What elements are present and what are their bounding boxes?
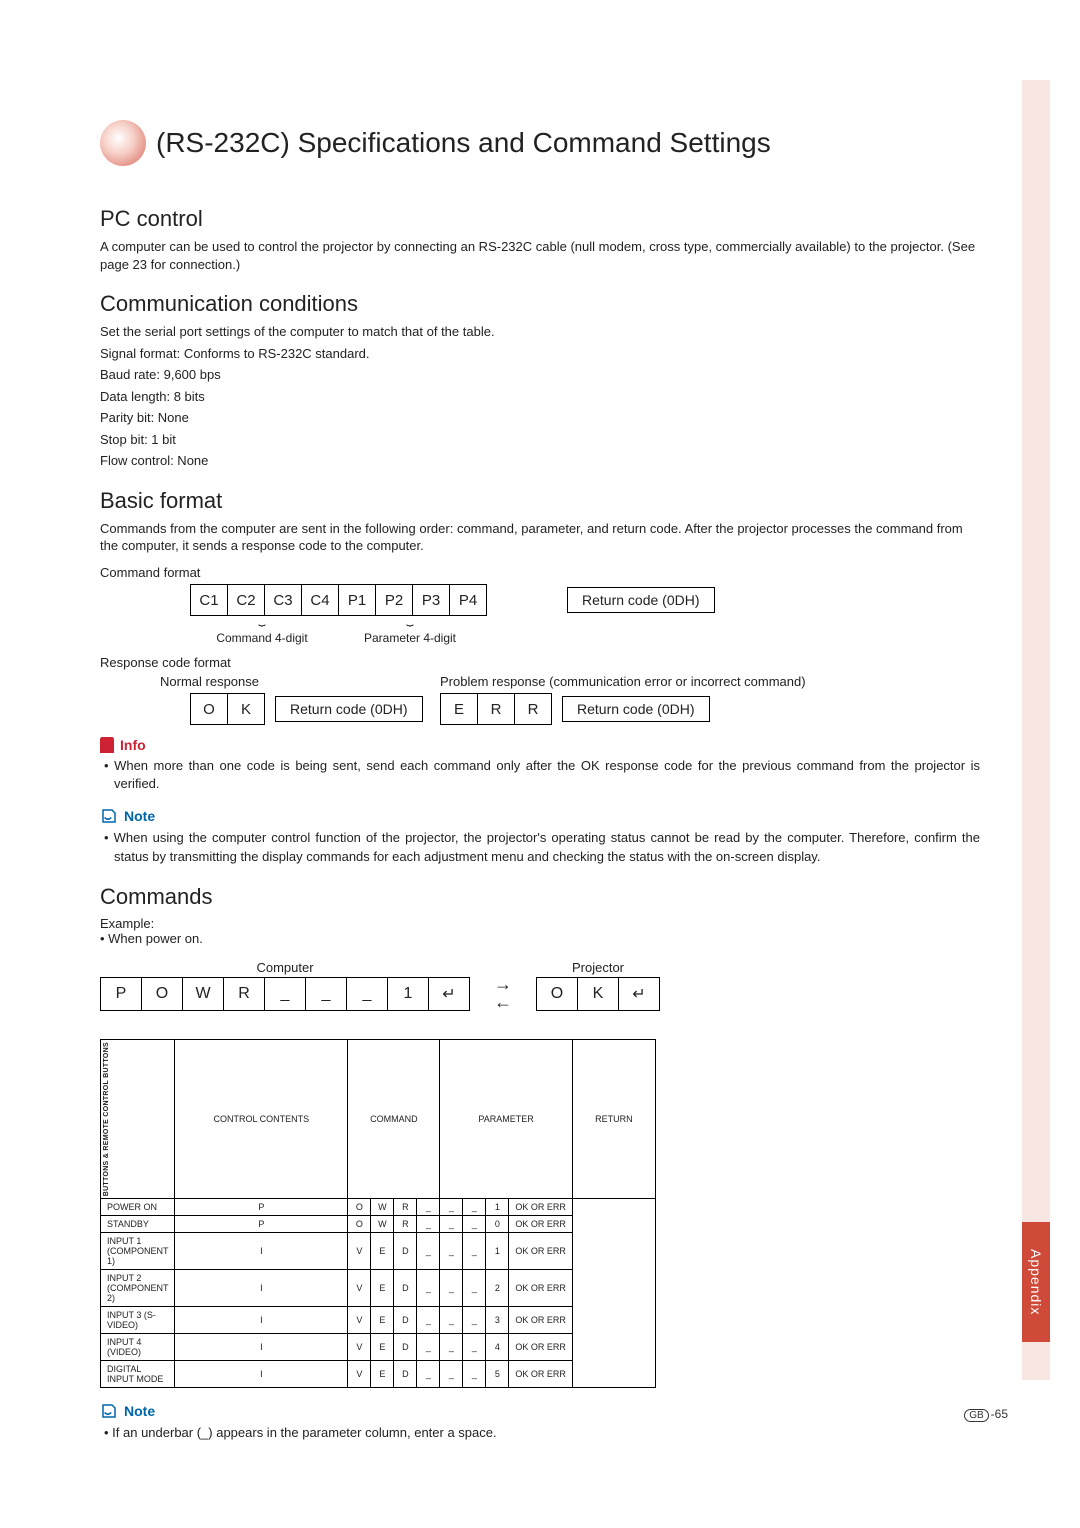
info-icon	[100, 737, 114, 753]
return-code-ok: Return code (0DH)	[275, 696, 423, 722]
th-command: COMMAND	[348, 1039, 440, 1198]
return-code-err: Return code (0DH)	[562, 696, 710, 722]
cell: E	[440, 693, 478, 725]
table-group: BUTTONS & REMOTE CONTROL BUTTONS	[103, 1042, 110, 1196]
computer-label: Computer	[100, 960, 470, 975]
command-4digit: Command 4-digit	[216, 631, 307, 645]
arrows-icon: →←	[494, 975, 512, 1011]
problem-response-label: Problem response (communication error or…	[440, 674, 980, 689]
cell: P	[100, 977, 142, 1011]
comm-cond-line: Data length: 8 bits	[100, 388, 980, 406]
example-label: Example:	[100, 916, 980, 931]
basic-format-body: Commands from the computer are sent in t…	[100, 520, 980, 555]
table-row: STANDBYPOWR___0OK OR ERR	[101, 1216, 656, 1233]
cell: O	[536, 977, 578, 1011]
cell: P4	[450, 584, 487, 616]
note-heading-1: Note	[100, 807, 980, 825]
header-orb-icon	[100, 120, 146, 166]
comm-cond-line: Flow control: None	[100, 452, 980, 470]
cell: P1	[339, 584, 376, 616]
th-parameter: PARAMETER	[440, 1039, 573, 1198]
response-format-label: Response code format	[100, 655, 980, 670]
cell: P3	[413, 584, 450, 616]
commands-table: BUTTONS & REMOTE CONTROL BUTTONS CONTROL…	[100, 1039, 656, 1388]
cell: R	[478, 693, 515, 725]
note-icon	[100, 807, 118, 825]
table-row: INPUT 1 (COMPONENT 1)IVED___1OK OR ERR	[101, 1233, 656, 1270]
heading-pc-control: PC control	[100, 206, 980, 232]
parameter-4digit: Parameter 4-digit	[364, 631, 456, 645]
page-title: (RS-232C) Specifications and Command Set…	[156, 127, 771, 159]
cell: C4	[302, 584, 339, 616]
table-row: DIGITAL INPUT MODEIVED___5OK OR ERR	[101, 1361, 656, 1388]
heading-basic-format: Basic format	[100, 488, 980, 514]
note-icon	[100, 1402, 118, 1420]
table-row: INPUT 3 (S-VIDEO)IVED___3OK OR ERR	[101, 1307, 656, 1334]
appendix-side-tab: Appendix	[1022, 1222, 1050, 1342]
info-text: • When more than one code is being sent,…	[114, 757, 980, 793]
cell: _	[265, 977, 306, 1011]
comm-cond-line: Stop bit: 1 bit	[100, 431, 980, 449]
cell: ↵	[429, 977, 470, 1011]
cell: O	[190, 693, 228, 725]
cell: O	[142, 977, 183, 1011]
cell: ↵	[619, 977, 660, 1011]
table-row: POWER ONPOWR___1OK OR ERR	[101, 1199, 656, 1216]
cell: R	[515, 693, 552, 725]
cell: K	[578, 977, 619, 1011]
cell: W	[183, 977, 224, 1011]
projector-label: Projector	[536, 960, 660, 975]
example-when: • When power on.	[100, 931, 980, 946]
comm-cond-line: Signal format: Conforms to RS-232C stand…	[100, 345, 980, 363]
return-code: Return code (0DH)	[567, 587, 715, 613]
heading-comm-conditions: Communication conditions	[100, 291, 980, 317]
page-number: GB-65	[964, 1407, 1008, 1422]
note2-text: • If an underbar (_) appears in the para…	[114, 1424, 980, 1442]
note1-text: • When using the computer control functi…	[114, 829, 980, 865]
cell: R	[224, 977, 265, 1011]
cell: C3	[265, 584, 302, 616]
cell: _	[347, 977, 388, 1011]
cell: K	[228, 693, 265, 725]
table-row: INPUT 2 (COMPONENT 2)IVED___2OK OR ERR	[101, 1270, 656, 1307]
pc-control-body: A computer can be used to control the pr…	[100, 238, 980, 273]
cell: _	[306, 977, 347, 1011]
table-row: INPUT 4 (VIDEO)IVED___4OK OR ERR	[101, 1334, 656, 1361]
th-control: CONTROL CONTENTS	[175, 1039, 348, 1198]
comm-cond-line: Baud rate: 9,600 bps	[100, 366, 980, 384]
cell: C1	[190, 584, 228, 616]
normal-response-label: Normal response	[160, 674, 430, 689]
comm-cond-line: Set the serial port settings of the comp…	[100, 323, 980, 341]
info-heading: Info	[100, 737, 980, 753]
comm-cond-line: Parity bit: None	[100, 409, 980, 427]
heading-commands: Commands	[100, 884, 980, 910]
command-format-label: Command format	[100, 565, 980, 580]
cell: 1	[388, 977, 429, 1011]
th-return: RETURN	[572, 1039, 655, 1198]
note-heading-2: Note	[100, 1402, 980, 1420]
